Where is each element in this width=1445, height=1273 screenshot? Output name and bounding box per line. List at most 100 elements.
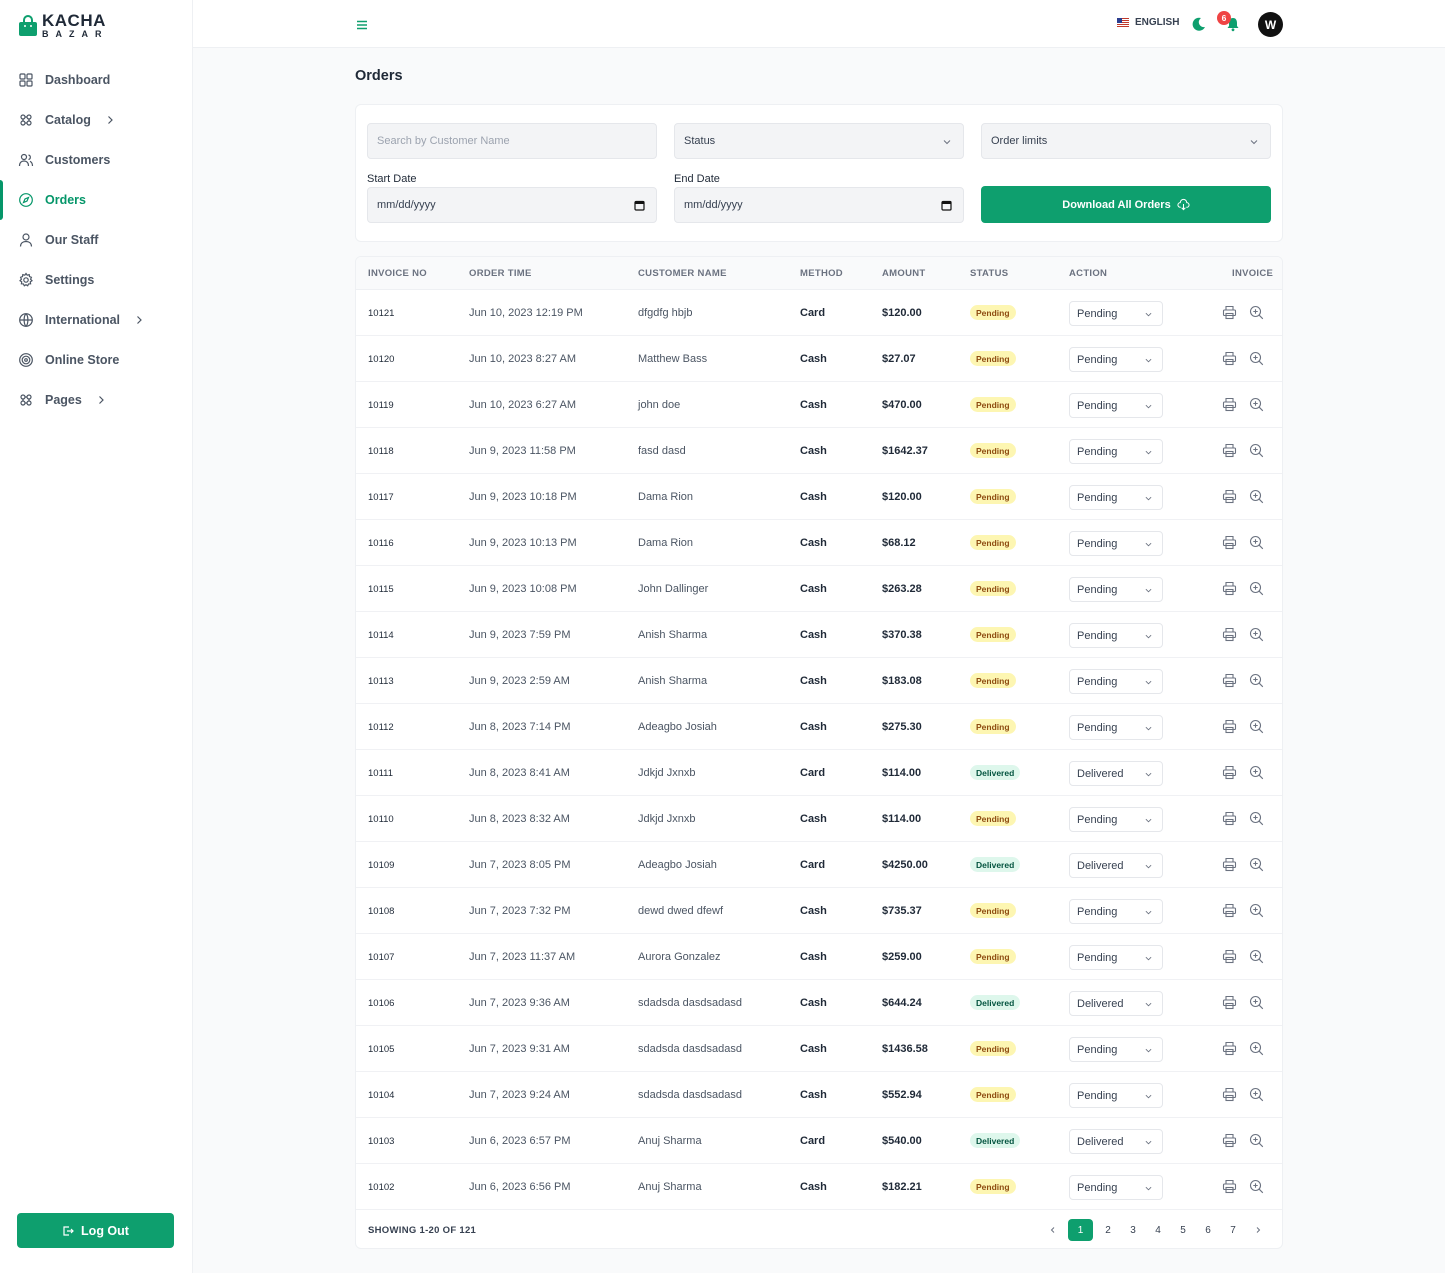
zoom-in-icon[interactable] bbox=[1249, 903, 1264, 918]
status-action-value: Delivered bbox=[1077, 859, 1124, 872]
zoom-in-icon[interactable] bbox=[1249, 949, 1264, 964]
printer-icon[interactable] bbox=[1222, 765, 1237, 780]
zoom-in-icon[interactable] bbox=[1249, 443, 1264, 458]
printer-icon[interactable] bbox=[1222, 489, 1237, 504]
printer-icon[interactable] bbox=[1222, 1041, 1237, 1056]
invoice-no: 10112 bbox=[368, 722, 394, 733]
status-action-select[interactable]: Pending bbox=[1069, 669, 1163, 694]
sidebar-item-dashboard[interactable]: Dashboard bbox=[0, 60, 193, 100]
status-action-select[interactable]: Pending bbox=[1069, 347, 1163, 372]
sidebar-item-orders[interactable]: Orders bbox=[0, 180, 193, 220]
zoom-in-icon[interactable] bbox=[1249, 305, 1264, 320]
status-action-select[interactable]: Pending bbox=[1069, 715, 1163, 740]
pagination-page[interactable]: 2 bbox=[1098, 1219, 1118, 1241]
order-amount: $120.00 bbox=[882, 307, 922, 319]
status-action-select[interactable]: Pending bbox=[1069, 301, 1163, 326]
zoom-in-icon[interactable] bbox=[1249, 1041, 1264, 1056]
zoom-in-icon[interactable] bbox=[1249, 719, 1264, 734]
zoom-in-icon[interactable] bbox=[1249, 673, 1264, 688]
menu-icon[interactable] bbox=[356, 19, 368, 31]
moon-icon[interactable] bbox=[1191, 16, 1207, 32]
printer-icon[interactable] bbox=[1222, 719, 1237, 734]
pagination-page[interactable]: 4 bbox=[1148, 1219, 1168, 1241]
calendar-icon[interactable] bbox=[941, 200, 952, 211]
status-action-select[interactable]: Pending bbox=[1069, 1083, 1163, 1108]
status-select[interactable]: Status bbox=[674, 123, 964, 159]
pagination-next[interactable] bbox=[1248, 1219, 1268, 1241]
status-action-select[interactable]: Pending bbox=[1069, 623, 1163, 648]
download-all-orders-button[interactable]: Download All Orders bbox=[981, 186, 1271, 223]
status-action-select[interactable]: Delivered bbox=[1069, 991, 1163, 1016]
zoom-in-icon[interactable] bbox=[1249, 1133, 1264, 1148]
us-flag-icon bbox=[1117, 18, 1129, 27]
order-time: Jun 7, 2023 9:36 AM bbox=[469, 997, 570, 1009]
pagination-page[interactable]: 7 bbox=[1223, 1219, 1243, 1241]
zoom-in-icon[interactable] bbox=[1249, 765, 1264, 780]
status-action-select[interactable]: Pending bbox=[1069, 1175, 1163, 1200]
status-action-select[interactable]: Pending bbox=[1069, 945, 1163, 970]
status-action-select[interactable]: Delivered bbox=[1069, 853, 1163, 878]
pagination-page[interactable]: 1 bbox=[1068, 1219, 1093, 1241]
zoom-in-icon[interactable] bbox=[1249, 857, 1264, 872]
status-badge: Delivered bbox=[970, 995, 1021, 1010]
sidebar-item-pages[interactable]: Pages bbox=[0, 380, 193, 420]
sidebar-item-our-staff[interactable]: Our Staff bbox=[0, 220, 193, 260]
pagination-page[interactable]: 6 bbox=[1198, 1219, 1218, 1241]
printer-icon[interactable] bbox=[1222, 397, 1237, 412]
status-action-select[interactable]: Pending bbox=[1069, 531, 1163, 556]
printer-icon[interactable] bbox=[1222, 1087, 1237, 1102]
status-action-select[interactable]: Delivered bbox=[1069, 1129, 1163, 1154]
logout-button[interactable]: Log Out bbox=[17, 1213, 174, 1248]
zoom-in-icon[interactable] bbox=[1249, 397, 1264, 412]
sidebar-item-label: Pages bbox=[45, 393, 82, 407]
sidebar-item-customers[interactable]: Customers bbox=[0, 140, 193, 180]
status-action-select[interactable]: Pending bbox=[1069, 577, 1163, 602]
zoom-in-icon[interactable] bbox=[1249, 489, 1264, 504]
sidebar-item-catalog[interactable]: Catalog bbox=[0, 100, 193, 140]
printer-icon[interactable] bbox=[1222, 949, 1237, 964]
zoom-in-icon[interactable] bbox=[1249, 581, 1264, 596]
printer-icon[interactable] bbox=[1222, 995, 1237, 1010]
printer-icon[interactable] bbox=[1222, 857, 1237, 872]
search-input[interactable] bbox=[377, 135, 647, 147]
printer-icon[interactable] bbox=[1222, 811, 1237, 826]
brand-logo[interactable]: KACHA BAZAR bbox=[18, 12, 109, 39]
calendar-icon[interactable] bbox=[634, 200, 645, 211]
order-limits-select[interactable]: Order limits bbox=[981, 123, 1271, 159]
zoom-in-icon[interactable] bbox=[1249, 995, 1264, 1010]
zoom-in-icon[interactable] bbox=[1249, 351, 1264, 366]
status-action-select[interactable]: Delivered bbox=[1069, 761, 1163, 786]
zoom-in-icon[interactable] bbox=[1249, 1087, 1264, 1102]
printer-icon[interactable] bbox=[1222, 1179, 1237, 1194]
printer-icon[interactable] bbox=[1222, 581, 1237, 596]
end-date-input[interactable]: mm/dd/yyyy bbox=[674, 187, 964, 223]
language-selector[interactable]: ENGLISH bbox=[1117, 17, 1179, 28]
printer-icon[interactable] bbox=[1222, 627, 1237, 642]
printer-icon[interactable] bbox=[1222, 535, 1237, 550]
status-action-select[interactable]: Pending bbox=[1069, 485, 1163, 510]
zoom-in-icon[interactable] bbox=[1249, 535, 1264, 550]
zoom-in-icon[interactable] bbox=[1249, 811, 1264, 826]
search-field[interactable] bbox=[367, 123, 657, 159]
printer-icon[interactable] bbox=[1222, 903, 1237, 918]
sidebar-item-international[interactable]: International bbox=[0, 300, 193, 340]
zoom-in-icon[interactable] bbox=[1249, 1179, 1264, 1194]
printer-icon[interactable] bbox=[1222, 1133, 1237, 1148]
status-action-select[interactable]: Pending bbox=[1069, 439, 1163, 464]
printer-icon[interactable] bbox=[1222, 305, 1237, 320]
pagination-page[interactable]: 3 bbox=[1123, 1219, 1143, 1241]
status-action-select[interactable]: Pending bbox=[1069, 807, 1163, 832]
start-date-input[interactable]: mm/dd/yyyy bbox=[367, 187, 657, 223]
status-action-select[interactable]: Pending bbox=[1069, 1037, 1163, 1062]
printer-icon[interactable] bbox=[1222, 673, 1237, 688]
sidebar-item-online-store[interactable]: Online Store bbox=[0, 340, 193, 380]
status-action-select[interactable]: Pending bbox=[1069, 393, 1163, 418]
sidebar-item-settings[interactable]: Settings bbox=[0, 260, 193, 300]
user-avatar[interactable]: W bbox=[1258, 12, 1283, 37]
zoom-in-icon[interactable] bbox=[1249, 627, 1264, 642]
printer-icon[interactable] bbox=[1222, 351, 1237, 366]
pagination-page[interactable]: 5 bbox=[1173, 1219, 1193, 1241]
pagination-prev[interactable] bbox=[1043, 1219, 1063, 1241]
printer-icon[interactable] bbox=[1222, 443, 1237, 458]
status-action-select[interactable]: Pending bbox=[1069, 899, 1163, 924]
